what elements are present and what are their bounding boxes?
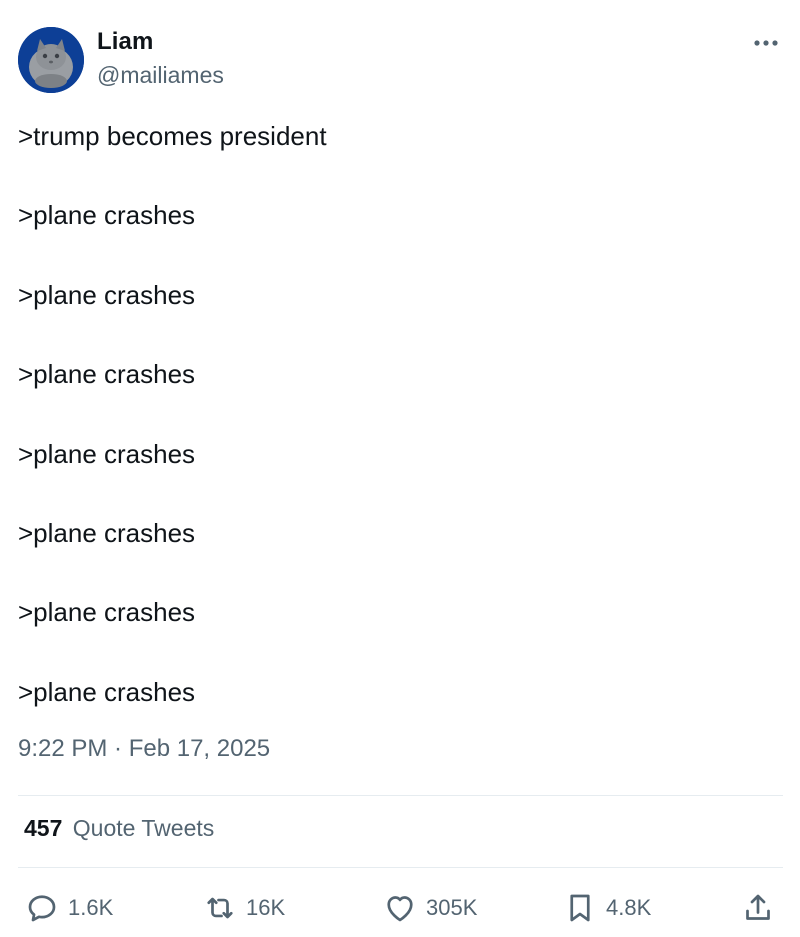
more-options-button[interactable] [748,30,784,56]
avatar[interactable] [18,27,84,93]
retweet-button[interactable]: 16K [202,888,285,928]
like-button[interactable]: 305K [382,888,477,928]
tweet-timestamp[interactable]: 9:22 PM · Feb 17, 2025 [18,735,270,763]
tweet-line: >plane crashes [18,597,196,628]
divider [18,795,783,796]
share-button[interactable] [740,888,776,928]
share-icon [746,894,770,920]
bookmark-button[interactable]: 4.8K [562,888,651,928]
action-bar: 1.6K 16K 305K 4.8K [0,888,800,928]
reply-icon [28,895,56,922]
quote-tweets-link[interactable]: 457 Quote Tweets [24,815,214,842]
reply-button[interactable]: 1.6K [24,888,113,928]
tweet-line: >trump becomes president [18,121,327,151]
bookmark-icon [570,894,590,922]
tweet-line: >plane crashes [18,279,196,310]
cat-avatar-icon [18,27,84,93]
tweet-line: >plane crashes [18,517,196,548]
heart-icon [387,896,413,922]
quote-tweets-count: 457 [24,815,63,841]
author-handle[interactable]: @mailiames [97,62,224,89]
bookmark-count: 4.8K [606,895,652,920]
divider [18,867,783,868]
tweet-text: >trump becomes president >plane crashes … [18,118,778,753]
retweet-icon [207,897,233,919]
author-name[interactable]: Liam [97,28,153,56]
tweet-line: >plane crashes [18,200,196,231]
tweet-line: >plane crashes [18,359,196,390]
quote-tweets-label: Quote Tweets [72,815,215,841]
reply-count: 1.6K [68,895,114,920]
more-horizontal-icon [754,40,778,46]
tweet-line: >plane crashes [18,438,196,469]
like-count: 305K [426,895,478,920]
retweet-count: 16K [246,895,286,920]
